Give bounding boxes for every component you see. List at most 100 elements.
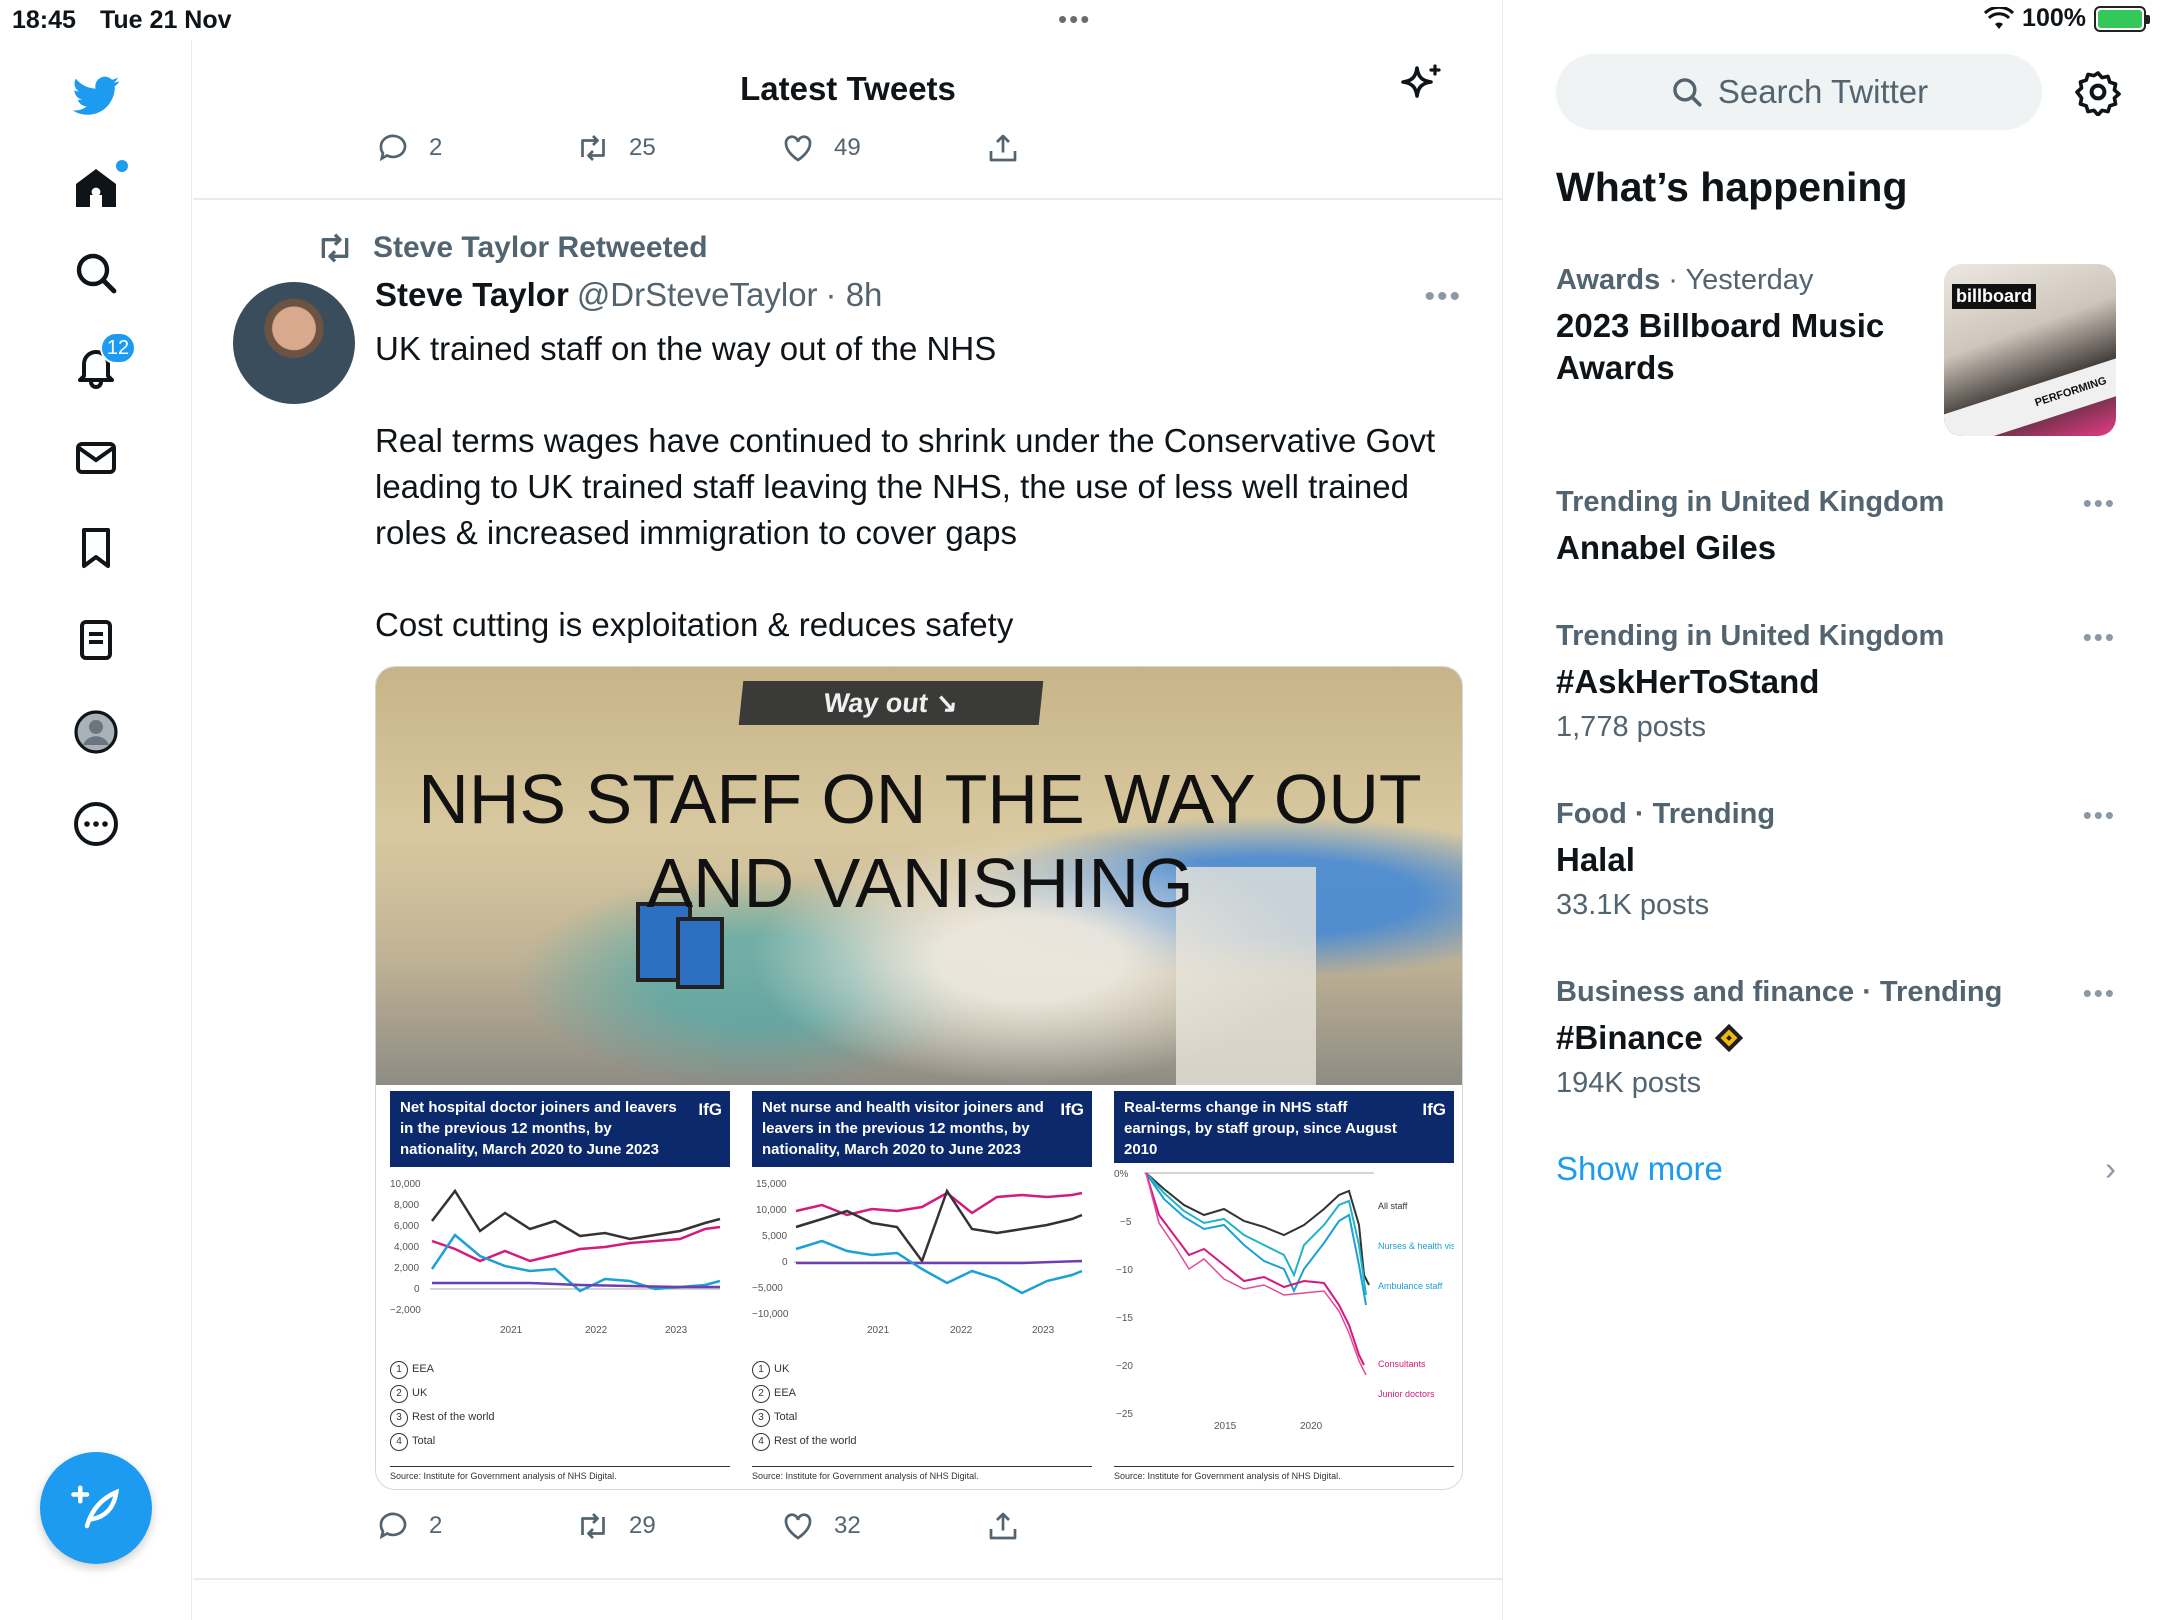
chart-doctors: Net hospital doctor joiners and leavers … [376,1085,738,1489]
annotation: Ambulance staff [1378,1281,1443,1291]
more-icon[interactable] [68,796,124,852]
compose-button[interactable] [40,1452,152,1564]
tweet-divider [193,1578,1503,1580]
chevron-right-icon: › [2105,1150,2116,1187]
chart-legend: 1 EEA 2 UK 3 Rest of the world 4 Total [390,1357,495,1453]
image-title: NHS STAFF ON THE WAY OUT AND VANISHING [376,757,1462,925]
share-icon [989,134,1017,162]
photo-monitor [676,917,724,989]
annotation: Junior doctors [1378,1389,1435,1399]
twitter-bird-icon[interactable] [68,68,124,124]
annotation: All staff [1378,1201,1408,1211]
prev-tweet-actions: 2 25 49 [375,130,1021,166]
y-tick: 6,000 [394,1221,419,1232]
like-count: 49 [834,134,861,161]
profile-icon[interactable] [68,704,124,760]
y-tick: −25 [1116,1409,1133,1420]
retweet-icon [321,233,349,263]
trend-item[interactable]: Food · Trending Halal 33.1K posts ••• [1556,798,2116,922]
y-tick: −5 [1120,1217,1132,1228]
sparkle-icon[interactable] [1397,62,1445,110]
timeline: Latest Tweets 2 25 49 Steve Taylor Retwe… [193,0,1503,1620]
x-tick: 2023 [665,1325,688,1336]
trend-title: Annabel Giles [1556,529,1777,566]
trend-item[interactable]: Business and finance · Trending #Binance… [1556,976,2116,1100]
retweet-button[interactable]: 25 [575,130,780,166]
timeline-header: Latest Tweets [193,40,1503,140]
trend-more-button[interactable]: ••• [2083,978,2116,1009]
ifg-logo: IfG [698,1100,722,1119]
author-name[interactable]: Steve Taylor [375,276,569,314]
y-tick: −20 [1116,1361,1133,1372]
thumbnail-band: PERFORMING [1944,355,2116,436]
y-tick: −10,000 [752,1309,789,1320]
page-title: Latest Tweets [740,70,956,107]
right-sidebar: Search Twitter What’s happening Awards ·… [1504,0,2160,1620]
chart-plot: 15,000 10,000 5,000 0 −5,000 −10,000 202… [752,1179,1083,1336]
trend-more-button[interactable]: ••• [2083,622,2116,653]
section-title: What’s happening [1556,164,1908,210]
heart-icon [784,135,812,162]
like-button[interactable]: 32 [780,1508,985,1544]
chart-legend: 1 UK 2 EEA 3 Total 4 Rest of the world [752,1357,857,1453]
tweet-image[interactable]: Way out ↘ NHS STAFF ON THE WAY OUT AND V… [375,666,1463,1490]
reply-icon [379,1512,407,1540]
x-tick: 2023 [1032,1325,1055,1336]
trend-count: 194K posts [1556,1067,1702,1099]
y-tick: −15 [1116,1313,1133,1324]
share-button[interactable] [985,1508,1021,1544]
trend-count: 1,778 posts [1556,711,1706,743]
x-tick: 2021 [500,1325,523,1336]
x-tick: 2021 [867,1325,890,1336]
trend-meta: Food · Trending [1556,798,1776,830]
y-tick: 5,000 [762,1231,787,1242]
tweet-more-button[interactable]: ••• [1424,280,1462,314]
mail-icon[interactable] [68,430,124,486]
bookmark-icon[interactable] [68,520,124,576]
search-icon[interactable] [68,245,124,301]
chart-title: Real-terms change in NHS staff earnings,… [1114,1091,1454,1163]
search-icon [1673,78,1702,107]
trend-more-button[interactable]: ••• [2083,800,2116,831]
hospital-photo: Way out ↘ NHS STAFF ON THE WAY OUT AND V… [376,667,1462,1087]
trend-title: #Binance [1556,1017,2116,1059]
chart-source: Source: Institute for Government analysi… [1114,1466,1454,1481]
trend-title: Halal [1556,841,1635,878]
reply-icon [379,134,407,162]
search-input[interactable]: Search Twitter [1556,54,2042,130]
x-tick: 2015 [1214,1421,1237,1432]
chart-title: Net hospital doctor joiners and leavers … [390,1091,730,1167]
show-more-link[interactable]: Show more › [1556,1150,2116,1188]
lists-icon[interactable] [68,612,124,668]
trend-item[interactable]: Trending in United Kingdom Annabel Giles… [1556,486,2116,569]
image-title-line1: NHS STAFF ON THE WAY OUT [418,760,1422,838]
trend-meta: Business and finance · Trending [1556,976,2003,1008]
author-handle[interactable]: @DrSteveTaylor [577,276,818,314]
bell-icon[interactable]: 12 [68,332,136,394]
y-tick: 10,000 [756,1205,787,1216]
series-ambulance [1145,1172,1367,1306]
trend-item[interactable]: Trending in United Kingdom #AskHerToStan… [1556,620,2116,744]
trend-meta: Trending in United Kingdom [1556,620,1945,652]
like-button[interactable]: 49 [780,130,985,166]
tweet-time[interactable]: · 8h [826,276,883,314]
trend-item[interactable]: Awards · Yesterday 2023 Billboard Music … [1556,264,2116,444]
reply-button[interactable]: 2 [375,130,575,166]
gear-icon[interactable] [2074,68,2122,116]
share-icon [989,1512,1017,1540]
y-tick: 2,000 [394,1263,419,1274]
y-tick: 4,000 [394,1242,419,1253]
binance-icon [1714,1023,1744,1053]
heart-icon [784,1513,812,1540]
share-button[interactable] [985,130,1021,166]
annotation: Nurses & health visitors [1378,1241,1454,1251]
home-icon[interactable] [68,160,128,216]
ifg-logo: IfG [1422,1100,1446,1119]
reply-button[interactable]: 2 [375,1508,575,1544]
trend-more-button[interactable]: ••• [2083,488,2116,519]
retweet-button[interactable]: 29 [575,1508,780,1544]
way-out-sign: Way out ↘ [738,681,1044,725]
avatar[interactable] [233,282,355,404]
y-tick: 8,000 [394,1200,419,1211]
retweet-context[interactable]: Steve Taylor Retweeted [315,228,708,268]
